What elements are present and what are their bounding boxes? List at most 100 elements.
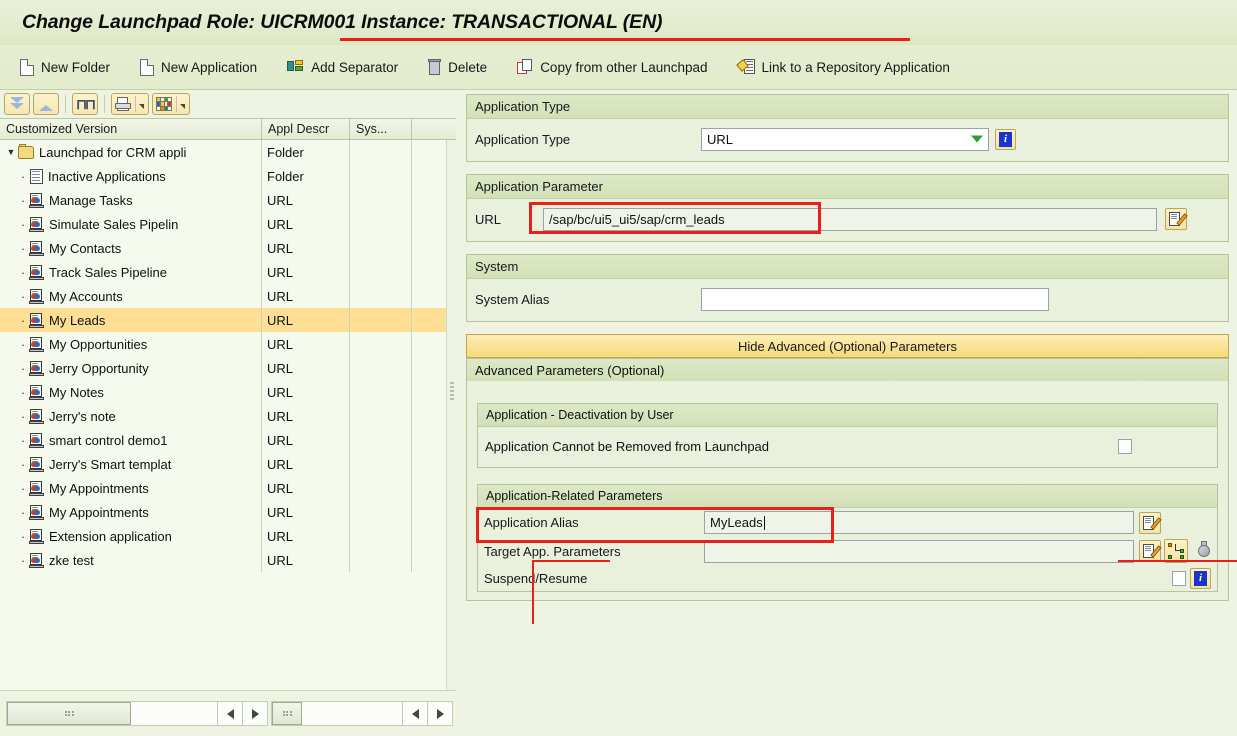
- column-header-appl-descr[interactable]: Appl Descr: [262, 119, 350, 139]
- tree-row[interactable]: · smart control demo1 URL: [0, 428, 456, 452]
- tree-row[interactable]: · Jerry's note URL: [0, 404, 456, 428]
- application-type-label: Application Type: [475, 131, 571, 147]
- application-alias-input[interactable]: MyLeads: [704, 511, 1134, 534]
- application-type-dropdown[interactable]: URL: [701, 127, 989, 151]
- tree-row-sys-cell: [350, 452, 412, 476]
- tree-row-name-cell: · My Accounts: [0, 284, 262, 308]
- tree-row[interactable]: · Extension application URL: [0, 524, 456, 548]
- url-edit-button[interactable]: [1165, 208, 1188, 230]
- tree-row[interactable]: · Inactive Applications Folder: [0, 164, 456, 188]
- layout-button[interactable]: [152, 93, 190, 115]
- application-alias-label: Application Alias: [484, 515, 579, 530]
- hscroll-right-arrow[interactable]: [243, 701, 268, 726]
- double-chevron-down-icon: [9, 97, 25, 111]
- tree-row[interactable]: ▼ Launchpad for CRM appli Folder: [0, 140, 456, 164]
- tree-row[interactable]: · Track Sales Pipeline URL: [0, 260, 456, 284]
- tree-row-label: Jerry Opportunity: [49, 360, 149, 376]
- tree-row[interactable]: · Jerry's Smart templat URL: [0, 452, 456, 476]
- tree-row[interactable]: · My Opportunities URL: [0, 332, 456, 356]
- hscroll-left-arrow[interactable]: [403, 701, 428, 726]
- delete-label: Delete: [448, 59, 488, 75]
- tree-row[interactable]: · Jerry Opportunity URL: [0, 356, 456, 380]
- tree-horizontal-scrollbar-left[interactable]: [6, 701, 268, 726]
- tree-node-bullet-icon: ·: [20, 336, 26, 352]
- tree-row[interactable]: · My Contacts URL: [0, 236, 456, 260]
- tree-node-bullet-icon: ·: [20, 384, 26, 400]
- url-input[interactable]: /sap/bc/ui5_ui5/sap/crm_leads: [543, 207, 1157, 231]
- tree-rows: ▼ Launchpad for CRM appli Folder · Inactive …: [0, 140, 456, 572]
- collapse-all-button[interactable]: [33, 93, 59, 115]
- target-mapping-button[interactable]: [1164, 539, 1188, 563]
- tree-row-label: Jerry's note: [49, 408, 116, 424]
- tree-row-descr-cell: URL: [262, 452, 350, 476]
- copy-from-other-launchpad-button[interactable]: Copy from other Launchpad: [515, 57, 709, 77]
- print-button[interactable]: [111, 93, 149, 115]
- main-toolbar: New Folder New Application Add Separator…: [0, 45, 1237, 90]
- hscroll-right-arrow[interactable]: [428, 701, 453, 726]
- cannot-be-removed-label: Application Cannot be Removed from Launc…: [485, 438, 770, 454]
- tree-vertical-scrollbar[interactable]: [446, 140, 456, 690]
- tree-row[interactable]: · My Appointments URL: [0, 476, 456, 500]
- tree-row[interactable]: · My Appointments URL: [0, 500, 456, 524]
- add-separator-button[interactable]: Add Separator: [285, 57, 400, 77]
- deactivation-subgroup: Application - Deactivation by User Appli…: [477, 403, 1218, 468]
- tree-row[interactable]: · My Leads URL: [0, 308, 456, 332]
- tree-row[interactable]: · My Accounts URL: [0, 284, 456, 308]
- target-app-parameters-edit-button[interactable]: [1139, 540, 1162, 562]
- hscroll-thumb[interactable]: [272, 702, 302, 725]
- tree-row-label: Jerry's Smart templat: [49, 456, 172, 472]
- page-icon: [20, 58, 34, 76]
- hscroll-left-arrow[interactable]: [218, 701, 243, 726]
- tree-row[interactable]: · Simulate Sales Pipelin URL: [0, 212, 456, 236]
- toolbar-divider: [104, 95, 105, 113]
- hide-advanced-parameters-button[interactable]: Hide Advanced (Optional) Parameters: [466, 334, 1229, 358]
- tree-row-name-cell: · Track Sales Pipeline: [0, 260, 262, 284]
- binoculars-icon: ⊓⊓: [76, 95, 96, 112]
- tree-row-descr-cell: URL: [262, 188, 350, 212]
- link-to-repository-application-button[interactable]: Link to a Repository Application: [735, 57, 952, 77]
- tree-scrollbar-thumb[interactable]: [449, 380, 455, 426]
- application-type-group: Application Type Application Type URL i: [466, 94, 1229, 162]
- target-app-parameters-input[interactable]: [704, 539, 1134, 563]
- column-header-customized-version[interactable]: Customized Version: [0, 119, 262, 139]
- delete-button[interactable]: Delete: [426, 57, 489, 77]
- suspend-resume-label: Suspend/Resume: [484, 570, 588, 586]
- new-folder-button[interactable]: New Folder: [18, 57, 112, 78]
- page-title: Change Launchpad Role: UICRM001 Instance…: [22, 11, 663, 33]
- column-header-sys[interactable]: Sys...: [350, 119, 412, 139]
- tree-row-label: Extension application: [49, 528, 172, 544]
- panel-splitter[interactable]: [456, 90, 466, 736]
- tree-panel: ⊓⊓ Customized Version Appl Descr Sys...: [0, 90, 456, 736]
- tree-row[interactable]: · My Notes URL: [0, 380, 456, 404]
- application-icon: [29, 192, 44, 208]
- info-icon: i: [999, 131, 1012, 147]
- expand-all-button[interactable]: [4, 93, 30, 115]
- table-layout-icon: [156, 97, 172, 111]
- tree-row-name-cell: · Manage Tasks: [0, 188, 262, 212]
- application-alias-edit-button[interactable]: [1139, 511, 1162, 534]
- hscroll-thumb[interactable]: [7, 702, 131, 725]
- tree-row[interactable]: · Manage Tasks URL: [0, 188, 456, 212]
- tree-row-descr-cell: URL: [262, 404, 350, 428]
- tree-row-label: My Notes: [49, 384, 104, 400]
- suspend-resume-checkbox[interactable]: [1172, 570, 1186, 586]
- tree-row-sys-cell: [350, 404, 412, 428]
- tree-row-sys-cell: [350, 356, 412, 380]
- tree-row[interactable]: · zke test URL: [0, 548, 456, 572]
- tree-row-name-cell: · My Notes: [0, 380, 262, 404]
- copy-icon: [517, 59, 533, 75]
- lightbulb-icon[interactable]: [1197, 541, 1211, 561]
- tree-row-label: Manage Tasks: [49, 192, 133, 208]
- system-alias-input[interactable]: [701, 287, 1049, 311]
- application-icon: [29, 216, 44, 232]
- tree-horizontal-scrollbar-right[interactable]: [271, 701, 453, 726]
- application-type-info-button[interactable]: i: [995, 128, 1016, 150]
- tree-row-name-cell: · My Opportunities: [0, 332, 262, 356]
- application-type-value: URL: [707, 131, 734, 147]
- cannot-be-removed-checkbox[interactable]: [1118, 438, 1132, 454]
- find-button[interactable]: ⊓⊓: [72, 93, 98, 115]
- new-application-button[interactable]: New Application: [138, 57, 259, 78]
- suspend-resume-info-button[interactable]: i: [1190, 567, 1211, 589]
- tree-row-name-cell: · smart control demo1: [0, 428, 262, 452]
- expand-collapse-toggle-icon[interactable]: ▼: [4, 147, 18, 157]
